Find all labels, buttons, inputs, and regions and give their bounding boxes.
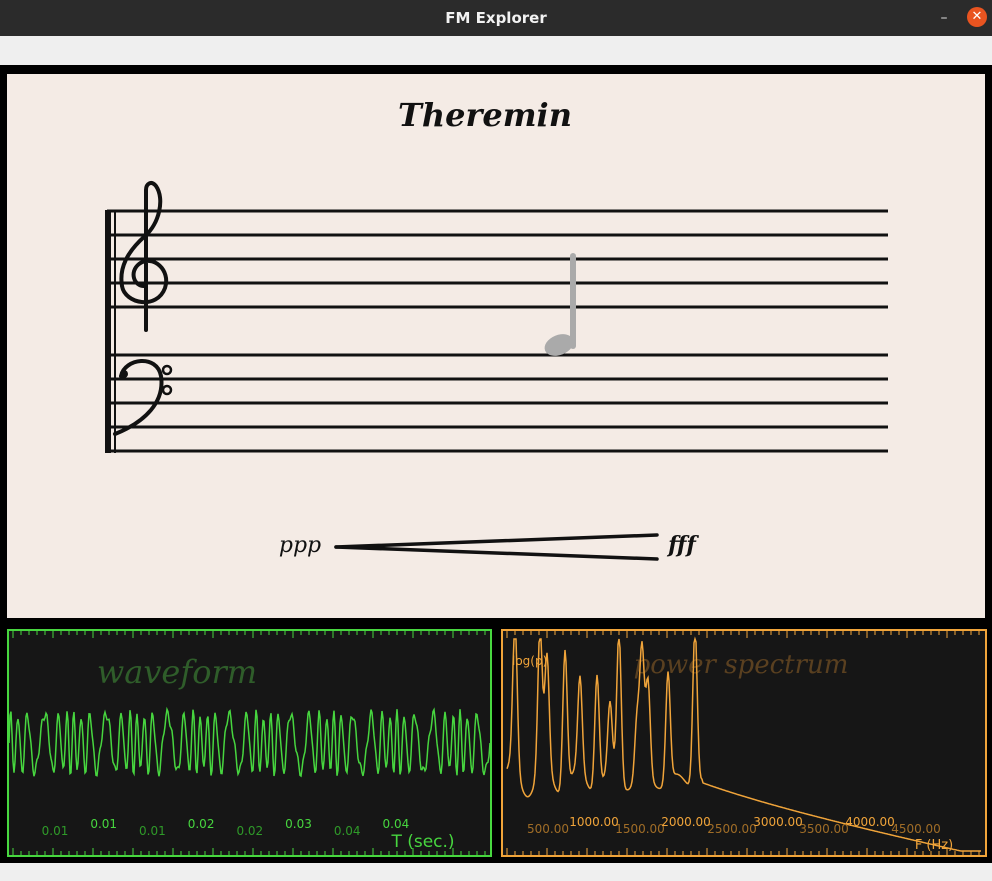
spectrum-x-tick-label: 1000.00 <box>569 815 619 829</box>
waveform-x-tick-label: 0.02 <box>236 824 263 838</box>
score-canvas: Theremin ppp fff <box>105 96 888 561</box>
dynamic-end-label: fff <box>666 532 699 558</box>
spectrum-x-tick-label: 3000.00 <box>753 815 803 829</box>
bass-clef-icon <box>113 359 173 436</box>
waveform-x-tick-label: 0.04 <box>334 824 361 838</box>
waveform-x-axis-label: T (sec.) <box>390 832 454 852</box>
score-panel: Theremin ppp fff <box>7 74 985 618</box>
treble-staff <box>107 209 888 309</box>
spectrum-panel: power spectrum log(p) 500.00 1500.00 2500.… <box>501 629 987 857</box>
waveform-canvas: waveform 0.01 0.01 0.01 0.02 0.02 0.03 0.04 0.0… <box>9 631 490 855</box>
main-frame: Theremin ppp fff waveform 0.01 0.01 0.01… <box>0 65 992 863</box>
title-bar: FM Explorer – ✕ <box>0 0 992 36</box>
spectrum-x-tick-labels: 500.00 1500.00 2500.00 3500.00 4500.00 1000.0… <box>527 815 941 836</box>
waveform-line <box>9 706 490 778</box>
score-title: Theremin <box>398 96 572 134</box>
dynamic-start-label: ppp <box>279 533 321 558</box>
spectrum-canvas: power spectrum log(p) 500.00 1500.00 2500.… <box>506 631 981 855</box>
waveform-title: waveform <box>97 653 257 691</box>
spectrum-x-tick-label: 4500.00 <box>891 822 941 836</box>
spectrum-x-tick-label: 3500.00 <box>799 822 849 836</box>
waveform-x-tick-label: 0.04 <box>383 817 410 831</box>
crescendo-hairpin <box>334 533 659 561</box>
waveform-x-tick-labels: 0.01 0.01 0.01 0.02 0.02 0.03 0.04 0.04 <box>42 817 410 838</box>
spectrum-x-tick-label: 500.00 <box>527 822 569 836</box>
waveform-x-tick-label: 0.01 <box>139 824 166 838</box>
spectrum-x-tick-label: 1500.00 <box>615 822 665 836</box>
window-title: FM Explorer <box>445 9 547 27</box>
waveform-x-tick-label: 0.01 <box>90 817 117 831</box>
system-bracket <box>105 210 116 453</box>
spectrum-x-tick-label: 4000.00 <box>845 815 895 829</box>
menu-bar <box>0 36 992 65</box>
waveform-x-tick-label: 0.03 <box>285 817 312 831</box>
close-button[interactable]: ✕ <box>967 7 987 27</box>
bass-staff <box>107 353 888 453</box>
spectrum-title: power spectrum <box>634 650 849 680</box>
waveform-x-tick-label: 0.02 <box>188 817 215 831</box>
waveform-x-tick-label: 0.01 <box>42 824 69 838</box>
waveform-panel: waveform 0.01 0.01 0.01 0.02 0.02 0.03 0.04 0.0… <box>7 629 492 857</box>
spectrum-x-axis-label: F (Hz) <box>915 838 953 853</box>
status-strip <box>0 863 992 881</box>
spectrum-x-tick-label: 2500.00 <box>707 822 757 836</box>
spectrum-x-tick-label: 2000.00 <box>661 815 711 829</box>
minimize-button[interactable]: – <box>936 8 952 28</box>
